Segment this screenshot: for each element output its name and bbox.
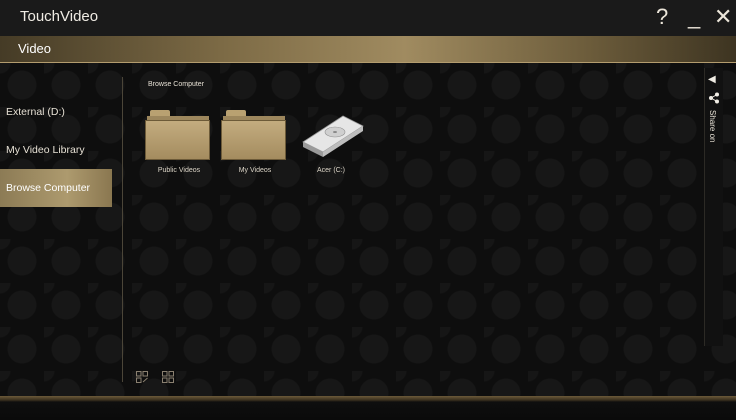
tile-label: My Videos <box>238 167 272 174</box>
section-label: Video <box>18 41 52 56</box>
share-toggle-button[interactable]: ◀ <box>708 74 716 85</box>
sidebar-item-browse-computer[interactable]: Browse Computer <box>0 169 112 207</box>
tile-label: Acer (C:) <box>317 167 345 174</box>
tile-my-videos[interactable]: My Videos <box>221 108 289 180</box>
share-icon[interactable] <box>708 92 720 104</box>
close-button[interactable]: ✕ <box>714 2 732 32</box>
share-label: Share on <box>708 110 717 143</box>
main-area: External (D:) My Video Library Browse Co… <box>0 63 736 396</box>
minimize-button[interactable]: _ <box>688 2 700 32</box>
help-button[interactable]: ? <box>656 2 668 32</box>
sidebar: External (D:) My Video Library Browse Co… <box>0 63 122 396</box>
tile-label: Public Videos <box>157 167 201 174</box>
share-panel: ◀ Share on <box>704 68 723 346</box>
list-view-icon[interactable] <box>136 371 148 383</box>
tile-acer-c[interactable]: Acer (C:) <box>297 108 365 180</box>
app-title: TouchVideo <box>20 8 99 25</box>
sidebar-divider <box>122 77 123 382</box>
tile-public-videos[interactable]: Public Videos <box>145 108 213 180</box>
section-bar: Video <box>0 36 736 63</box>
sidebar-item-my-video-library[interactable]: My Video Library <box>0 131 112 169</box>
bottom-bar <box>0 396 736 420</box>
grid-view-icon[interactable] <box>162 371 174 383</box>
sidebar-item-external-d[interactable]: External (D:) <box>0 93 112 131</box>
hard-drive-icon <box>302 115 364 157</box>
content-title: Browse Computer <box>148 81 205 88</box>
title-bar: TouchVideo ? _ ✕ <box>0 0 736 36</box>
